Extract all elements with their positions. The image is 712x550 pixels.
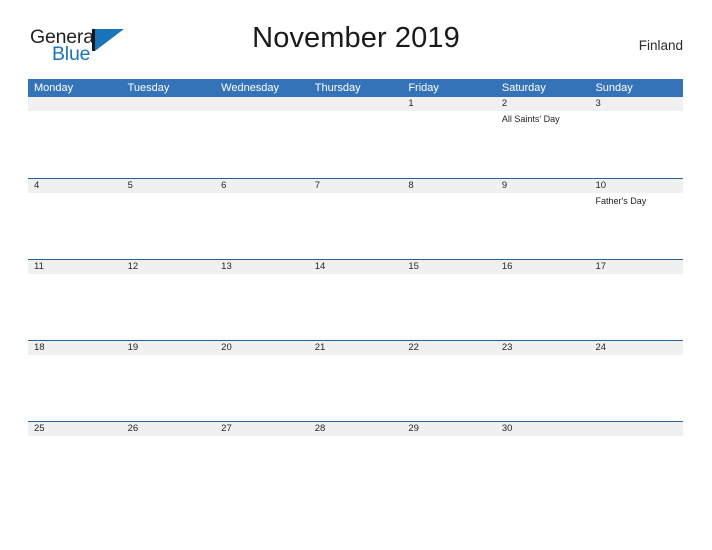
day-number[interactable]: 23 [496, 341, 590, 355]
weekday-sunday: Sunday [595, 82, 633, 94]
day-event [402, 111, 496, 173]
week-date-strip: 18 19 20 21 22 23 24 [28, 341, 683, 355]
day-number[interactable]: 28 [309, 422, 403, 436]
day-event [122, 111, 216, 173]
day-event [122, 193, 216, 255]
day-number[interactable]: 22 [402, 341, 496, 355]
day-event [215, 274, 309, 336]
week-event-strip: All Saints' Day [28, 111, 683, 173]
day-number[interactable]: 26 [122, 422, 216, 436]
day-event [28, 193, 122, 255]
day-number[interactable] [589, 422, 683, 436]
day-number[interactable]: 2 [496, 97, 590, 111]
weekday-saturday: Saturday [501, 82, 546, 94]
day-number[interactable]: 21 [309, 341, 403, 355]
week-event-strip: Father's Day [28, 193, 683, 255]
day-event [496, 274, 590, 336]
day-event [122, 355, 216, 417]
calendar-page: General Blue November 2019 Finland Monda… [0, 0, 712, 550]
day-event [28, 355, 122, 417]
page-header: General Blue November 2019 Finland [0, 22, 712, 70]
day-event [28, 274, 122, 336]
week-row: 18 19 20 21 22 23 24 [28, 340, 683, 421]
week-event-strip [28, 274, 683, 336]
day-event [28, 111, 122, 173]
page-title: November 2019 [252, 22, 460, 54]
day-event [402, 355, 496, 417]
weekday-wednesday: Wednesday [221, 82, 280, 94]
day-number[interactable]: 3 [589, 97, 683, 111]
weekday-thursday: Thursday [314, 82, 361, 94]
day-number[interactable]: 10 [589, 179, 683, 193]
day-number[interactable]: 20 [215, 341, 309, 355]
day-event [215, 436, 309, 498]
day-event [496, 193, 590, 255]
day-event [309, 193, 403, 255]
day-number[interactable]: 13 [215, 260, 309, 274]
week-row: 11 12 13 14 15 16 17 [28, 259, 683, 340]
weekday-header-row: Monday Tuesday Wednesday Thursday Friday… [28, 79, 683, 97]
day-event: All Saints' Day [501, 114, 560, 124]
day-number[interactable]: 7 [309, 179, 403, 193]
day-number[interactable] [122, 97, 216, 111]
week-date-strip: 25 26 27 28 29 30 [28, 422, 683, 436]
week-row: 4 5 6 7 8 9 10 Father's Day [28, 178, 683, 259]
day-event [28, 436, 122, 498]
day-event [589, 355, 683, 417]
day-number[interactable]: 6 [215, 179, 309, 193]
day-event [589, 111, 683, 173]
weekday-tuesday: Tuesday [127, 82, 170, 94]
week-event-strip [28, 355, 683, 417]
day-number[interactable]: 16 [496, 260, 590, 274]
day-event [309, 274, 403, 336]
day-number[interactable]: 18 [28, 341, 122, 355]
day-number[interactable] [309, 97, 403, 111]
day-event [402, 193, 496, 255]
day-event [589, 274, 683, 336]
week-date-strip: 1 2 3 [28, 97, 683, 111]
day-number[interactable]: 9 [496, 179, 590, 193]
day-event [122, 274, 216, 336]
day-event [496, 436, 590, 498]
week-event-strip [28, 436, 683, 498]
day-number[interactable]: 1 [402, 97, 496, 111]
day-event [589, 436, 683, 498]
day-event: Father's Day [595, 196, 647, 206]
day-number[interactable]: 17 [589, 260, 683, 274]
day-number[interactable]: 12 [122, 260, 216, 274]
week-date-strip: 11 12 13 14 15 16 17 [28, 260, 683, 274]
day-number[interactable]: 4 [28, 179, 122, 193]
day-number[interactable]: 25 [28, 422, 122, 436]
day-number[interactable]: 29 [402, 422, 496, 436]
day-event [402, 274, 496, 336]
day-number[interactable]: 30 [496, 422, 590, 436]
day-number[interactable]: 15 [402, 260, 496, 274]
day-number[interactable]: 27 [215, 422, 309, 436]
day-number[interactable] [215, 97, 309, 111]
day-number[interactable]: 5 [122, 179, 216, 193]
week-row: 25 26 27 28 29 30 [28, 421, 683, 502]
day-event [309, 355, 403, 417]
day-event [309, 436, 403, 498]
day-event [215, 111, 309, 173]
country-label: Finland [638, 38, 683, 53]
weekday-monday: Monday [34, 82, 74, 94]
day-number[interactable]: 8 [402, 179, 496, 193]
week-date-strip: 4 5 6 7 8 9 10 [28, 179, 683, 193]
day-number[interactable]: 11 [28, 260, 122, 274]
day-number[interactable] [28, 97, 122, 111]
day-event [309, 111, 403, 173]
day-event [215, 355, 309, 417]
day-number[interactable]: 14 [309, 260, 403, 274]
calendar-grid: Monday Tuesday Wednesday Thursday Friday… [28, 79, 683, 502]
week-row: 1 2 3 All Saints' Day [28, 97, 683, 178]
day-number[interactable]: 19 [122, 341, 216, 355]
day-number[interactable]: 24 [589, 341, 683, 355]
day-event [496, 355, 590, 417]
day-event [122, 436, 216, 498]
weekday-friday: Friday [408, 82, 439, 94]
day-event [215, 193, 309, 255]
day-event [402, 436, 496, 498]
